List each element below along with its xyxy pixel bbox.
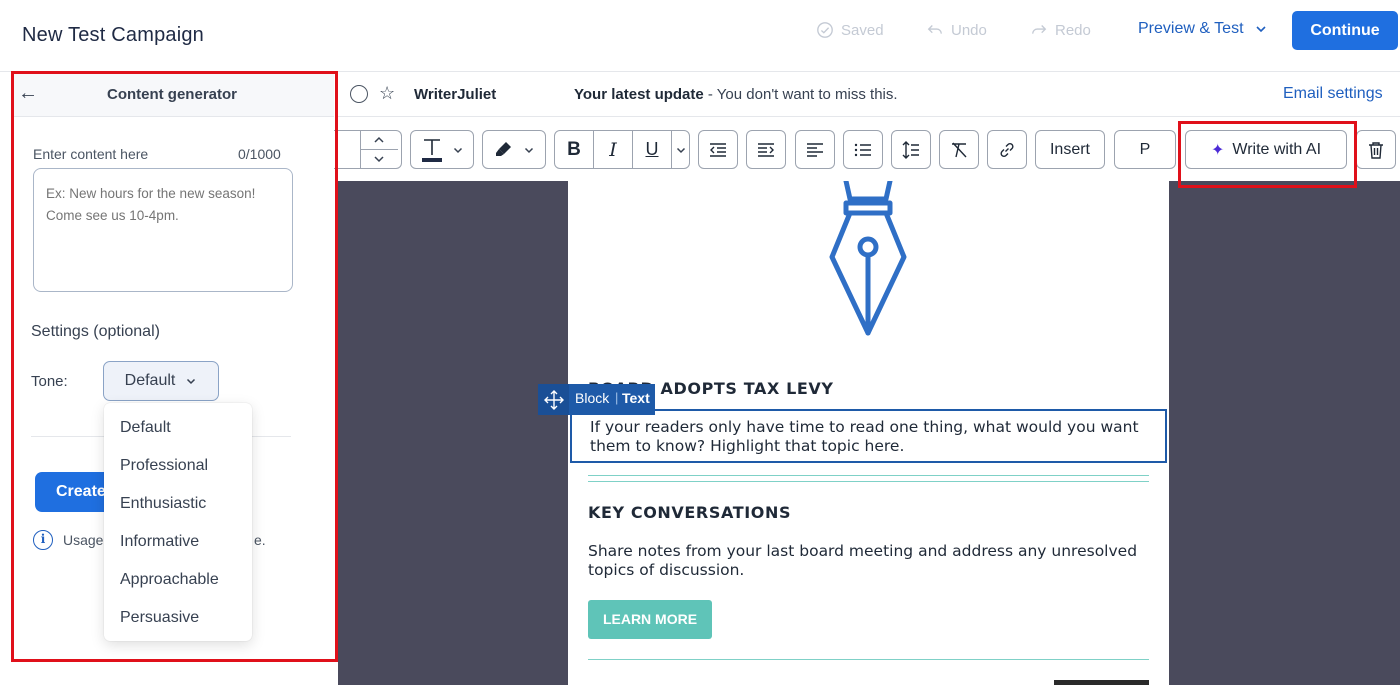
text-style-group: B I U <box>554 130 690 169</box>
block-tag-block[interactable]: Block <box>575 390 609 406</box>
write-with-ai-button[interactable]: ✦ Write with AI <box>1185 130 1347 169</box>
top-header: New Test Campaign Saved Undo Redo Previe… <box>0 0 1400 72</box>
content-input-label: Enter content here <box>33 146 149 162</box>
divider <box>588 659 1149 660</box>
redo-icon <box>1032 25 1047 34</box>
chevron-down-icon <box>187 378 196 385</box>
paragraph-style-button[interactable]: P <box>1114 130 1176 169</box>
subject-bold: Your latest update <box>574 86 704 103</box>
saved-label: Saved <box>841 21 884 39</box>
chevron-down-icon[interactable] <box>373 154 385 164</box>
selected-text-block[interactable]: If your readers only have time to read o… <box>570 409 1167 463</box>
link-button[interactable] <box>987 130 1027 169</box>
undo-label: Undo <box>951 21 987 39</box>
redo-label: Redo <box>1055 21 1091 39</box>
partial-image-edge <box>1054 680 1149 685</box>
undo-button[interactable]: Undo <box>926 18 987 42</box>
pen-nib-illustration <box>829 181 907 336</box>
tone-label: Tone: <box>31 373 68 390</box>
underline-icon[interactable]: U <box>633 131 671 168</box>
clear-format-icon <box>952 142 967 157</box>
chevron-up-icon[interactable] <box>373 135 385 145</box>
usage-text: Usage <box>63 532 104 548</box>
continue-button[interactable]: Continue <box>1292 11 1398 50</box>
tone-option-approachable[interactable]: Approachable <box>120 571 219 589</box>
font-size-stepper[interactable] <box>334 130 402 169</box>
divider <box>588 475 1149 476</box>
email-settings-link[interactable]: Email settings <box>1283 85 1383 103</box>
outdent-button[interactable] <box>698 130 738 169</box>
delete-button[interactable] <box>1356 130 1396 169</box>
settings-heading: Settings (optional) <box>31 323 160 340</box>
insert-button[interactable]: Insert <box>1035 130 1105 169</box>
block-tag-separator: | <box>615 390 619 405</box>
chevron-down-icon <box>524 147 534 153</box>
text-color-button[interactable] <box>410 130 474 169</box>
tone-option-professional[interactable]: Professional <box>120 457 208 475</box>
sparkle-icon: ✦ <box>1210 141 1225 159</box>
redo-button[interactable]: Redo <box>1030 18 1091 42</box>
check-circle-icon <box>817 22 833 38</box>
clear-format-button[interactable] <box>939 130 979 169</box>
divider <box>588 481 1149 482</box>
panel-title: Content generator <box>106 86 237 103</box>
tone-option-informative[interactable]: Informative <box>120 533 199 551</box>
preview-label: Preview & Test <box>1138 20 1244 37</box>
move-icon[interactable] <box>538 384 569 415</box>
text-color-icon <box>422 138 442 162</box>
learn-more-button[interactable]: LEARN MORE <box>588 600 712 639</box>
bullet-list-button[interactable] <box>843 130 883 169</box>
saved-status: Saved <box>816 18 884 42</box>
subject-line: Your latest update - You don't want to m… <box>574 86 898 103</box>
from-name: WriterJuliet <box>414 86 497 103</box>
write-with-ai-label: Write with AI <box>1232 140 1322 158</box>
bullet-list-icon <box>854 143 871 156</box>
block-tag: Block | Text <box>538 384 655 415</box>
subject-bar: ☆ WriterJuliet Your latest update - You … <box>338 72 1400 117</box>
subject-preheader: - You don't want to miss this. <box>703 86 898 103</box>
panel-header: ← Content generator <box>14 72 334 117</box>
tone-selected-value: Default <box>124 372 176 389</box>
campaign-title[interactable]: New Test Campaign <box>22 24 204 47</box>
preview-test-button[interactable]: Preview & Test <box>1138 20 1268 38</box>
section-text-2[interactable]: Share notes from your last board meeting… <box>588 542 1148 580</box>
tone-dropdown-menu: Default Professional Enthusiastic Inform… <box>104 403 252 641</box>
indent-icon <box>758 142 774 157</box>
line-height-icon <box>902 140 919 159</box>
content-input[interactable] <box>33 168 293 292</box>
link-icon <box>1000 142 1014 157</box>
highlighter-icon <box>496 141 511 156</box>
section-heading-2[interactable]: KEY CONVERSATIONS <box>588 503 791 522</box>
bold-icon[interactable]: B <box>555 131 593 168</box>
content-generator-panel: ← Content generator Enter content here 0… <box>0 72 337 685</box>
block-tag-text[interactable]: Text <box>622 390 650 406</box>
char-count: 0/1000 <box>238 146 281 162</box>
info-icon: i <box>33 530 53 550</box>
tone-option-enthusiastic[interactable]: Enthusiastic <box>120 495 206 513</box>
italic-icon[interactable]: I <box>594 131 632 168</box>
tone-option-default[interactable]: Default <box>120 419 171 437</box>
chevron-down-icon[interactable] <box>675 144 687 156</box>
editor-toolbar: B I U Insert P ✦ Write with AI <box>334 117 1400 181</box>
tone-select[interactable]: Default <box>103 361 219 401</box>
trash-icon <box>1369 141 1383 159</box>
email-canvas: BOARD ADOPTS TAX LEVY If your readers on… <box>338 181 1400 685</box>
usage-text-tail: e. <box>254 532 266 548</box>
align-left-icon <box>807 142 823 157</box>
outdent-icon <box>710 142 726 157</box>
line-height-button[interactable] <box>891 130 931 169</box>
indent-button[interactable] <box>746 130 786 169</box>
align-button[interactable] <box>795 130 835 169</box>
star-icon[interactable]: ☆ <box>379 83 395 104</box>
tone-option-persuasive[interactable]: Persuasive <box>120 609 199 627</box>
highlight-color-button[interactable] <box>482 130 546 169</box>
email-page: BOARD ADOPTS TAX LEVY If your readers on… <box>568 181 1169 685</box>
chevron-down-icon <box>453 147 463 153</box>
select-radio[interactable] <box>350 85 368 103</box>
undo-icon <box>927 25 942 34</box>
chevron-down-icon <box>1255 26 1266 33</box>
